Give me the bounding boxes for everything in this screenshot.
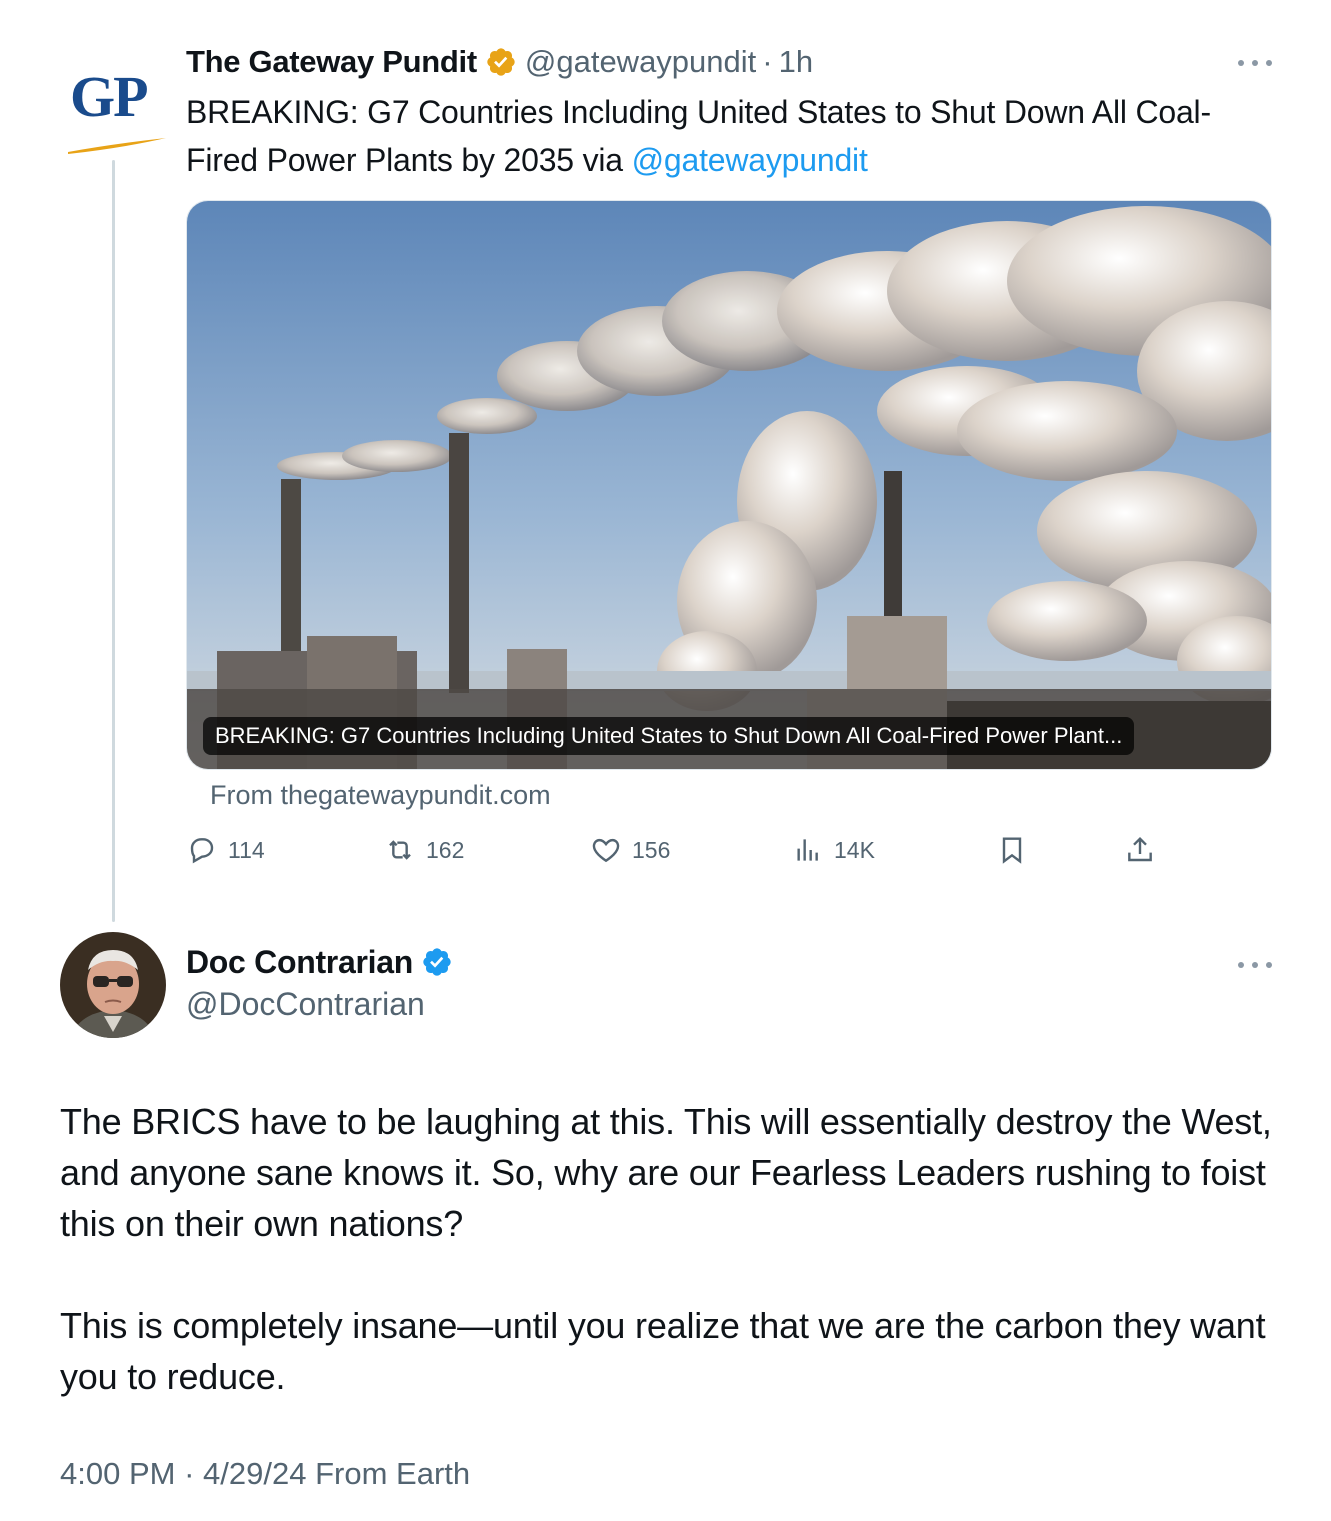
author-handle[interactable]: @gatewaypundit: [525, 44, 756, 80]
link-card[interactable]: BREAKING: G7 Countries Including United …: [186, 200, 1272, 770]
reply-button[interactable]: 114: [186, 834, 265, 866]
doc-contrarian-avatar[interactable]: [60, 932, 166, 1038]
reply-paragraph: This is completely insane—until you real…: [60, 1305, 1266, 1397]
card-caption: BREAKING: G7 Countries Including United …: [203, 717, 1135, 755]
views-count: 14K: [834, 836, 875, 863]
repost-count: 162: [426, 836, 465, 863]
like-count: 156: [632, 836, 671, 863]
reply-paragraph: The BRICS have to be laughing at this. T…: [60, 1101, 1272, 1244]
thread-line: [112, 160, 115, 922]
avatar-portrait: [60, 932, 166, 1038]
author-name[interactable]: The Gateway Pundit: [186, 44, 477, 80]
views-button[interactable]: 14K: [792, 834, 875, 866]
repost-button[interactable]: 162: [384, 834, 464, 866]
bookmark-icon: [1002, 837, 1022, 864]
repost-icon: [389, 840, 411, 860]
verified-gold-icon: [487, 48, 515, 76]
bookmark-button[interactable]: [996, 834, 1038, 866]
mention-link[interactable]: @gatewaypundit: [632, 142, 868, 178]
reply-author-handle[interactable]: @DocContrarian: [186, 986, 425, 1023]
reply-icon: [190, 838, 214, 864]
reply-author-header: Doc Contrarian: [186, 940, 461, 984]
tweet-time[interactable]: 1h: [779, 44, 813, 80]
reply-count: 114: [228, 836, 265, 863]
meta-separator: ·: [184, 1456, 195, 1491]
like-icon: [592, 838, 620, 863]
tweet-header: The Gateway Pundit @gatewaypundit · 1h: [186, 40, 813, 84]
post-time[interactable]: 4:00 PM: [60, 1456, 175, 1491]
card-source[interactable]: From thegatewaypundit.com: [210, 780, 551, 811]
share-icon: [1128, 836, 1152, 862]
like-button[interactable]: 156: [590, 834, 670, 866]
more-icon[interactable]: [1238, 56, 1272, 70]
post-source: From Earth: [315, 1456, 471, 1491]
separator-dot: ·: [762, 44, 773, 79]
tweet-meta: 4:00 PM · 4/29/24 From Earth: [60, 1456, 470, 1492]
views-icon: [797, 839, 818, 861]
post-date[interactable]: 4/29/24: [203, 1456, 306, 1491]
gateway-pundit-avatar[interactable]: GP: [62, 58, 166, 158]
tweet-text: BREAKING: G7 Countries Including United …: [186, 88, 1276, 184]
logo-swoosh: [68, 138, 166, 154]
reply-text: The BRICS have to be laughing at this. T…: [60, 1096, 1300, 1453]
share-button[interactable]: [1124, 834, 1166, 866]
more-icon[interactable]: [1238, 958, 1272, 972]
power-plant-image: [187, 201, 1271, 769]
verified-blue-icon: [423, 948, 451, 976]
reply-author-name[interactable]: Doc Contrarian: [186, 944, 413, 981]
